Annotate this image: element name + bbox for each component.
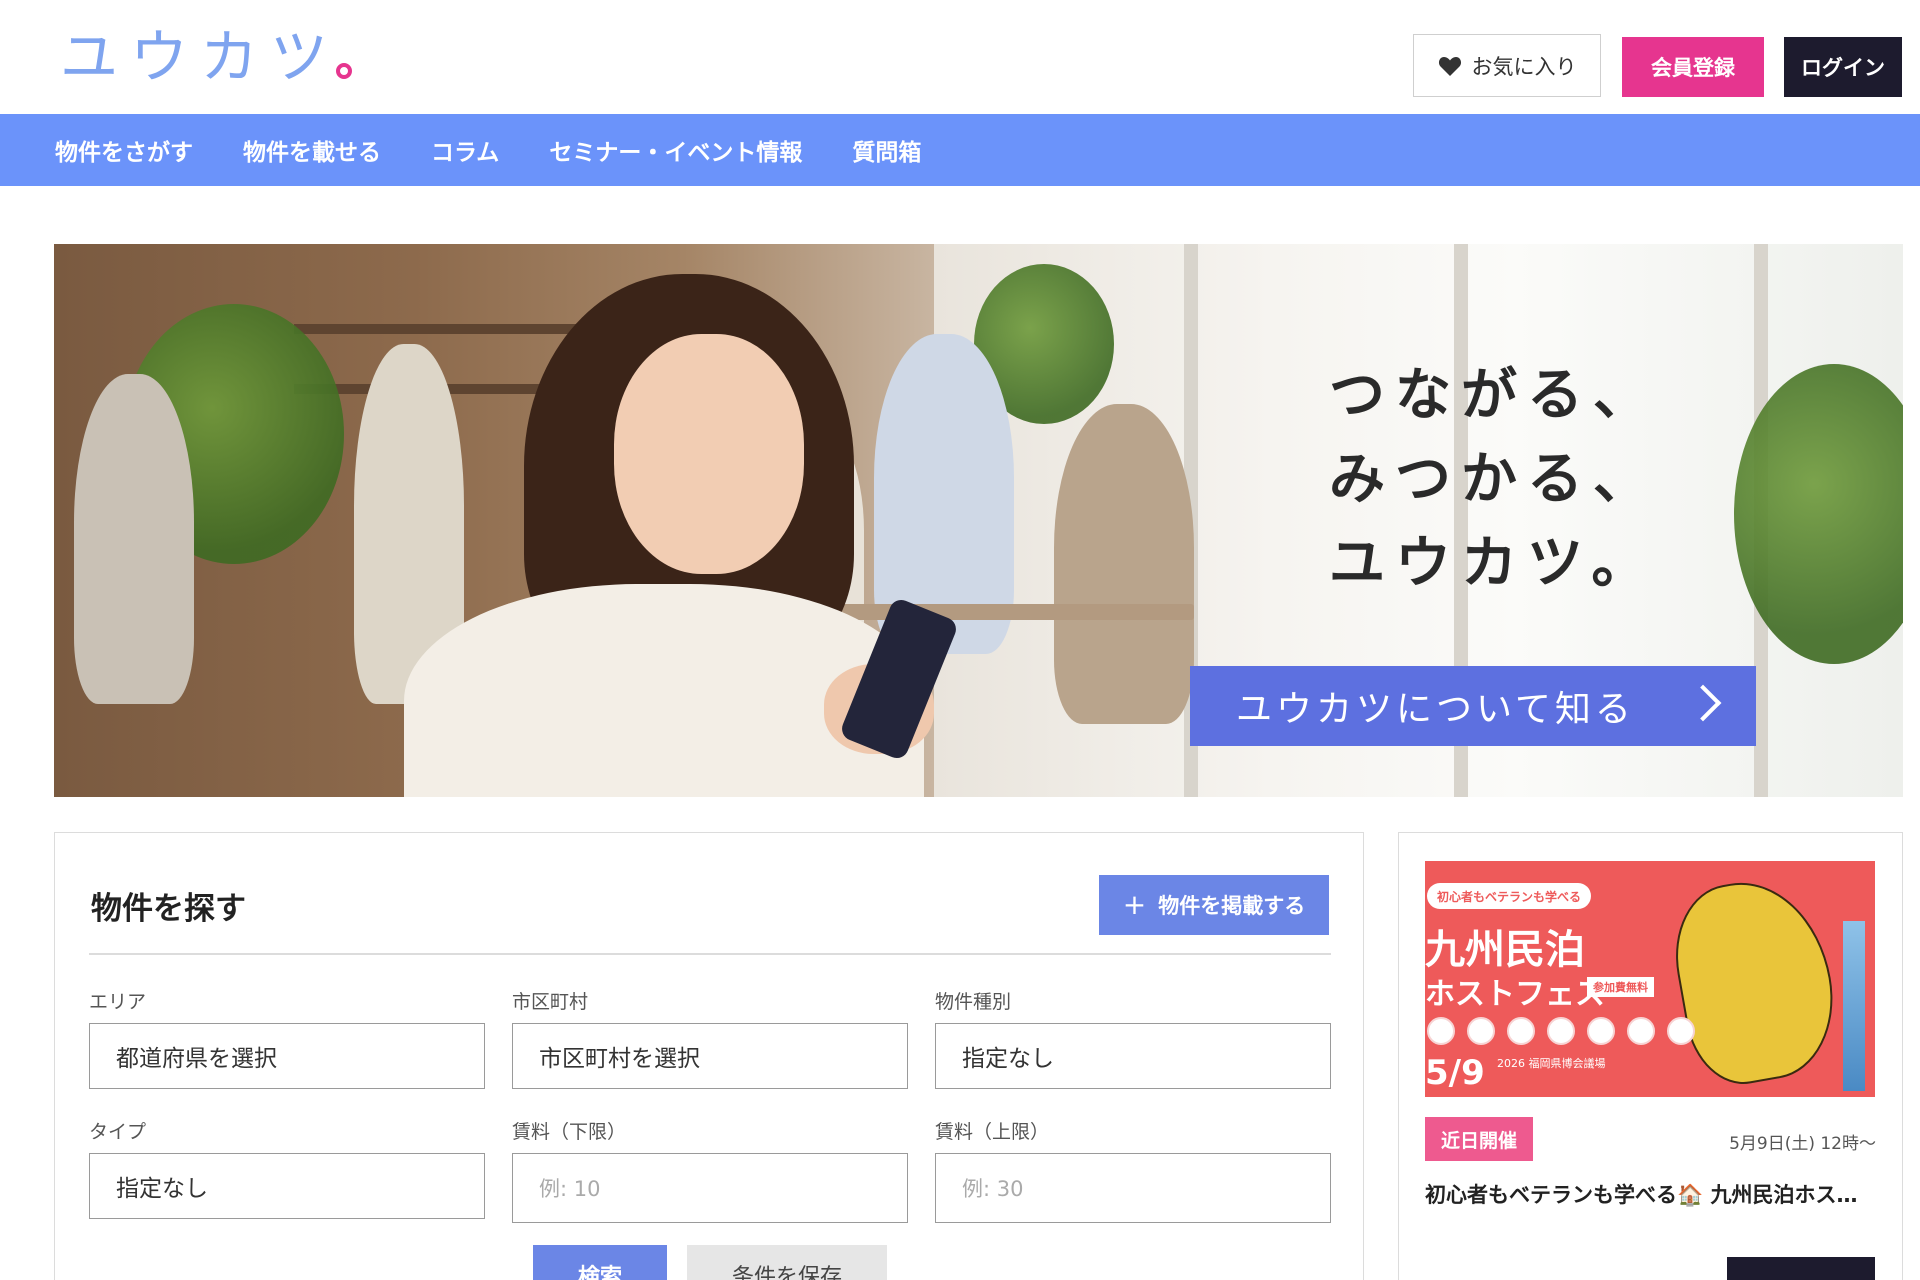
avatar <box>1507 1017 1535 1045</box>
favorites-label: お気に入り <box>1471 54 1577 79</box>
background-person <box>1054 404 1194 724</box>
tower-icon <box>1843 921 1865 1091</box>
search-button[interactable]: 検索 <box>533 1245 667 1280</box>
site-logo[interactable]: ユウカツ <box>60 22 353 92</box>
hero-copy-line: つながる、 <box>1329 363 1659 428</box>
type-select[interactable]: 指定なし <box>89 1153 485 1219</box>
event-banner-image[interactable]: 初心者もベテランも学べる 九州民泊 ホストフェス 参加費無料 5/9 2026 … <box>1425 861 1875 1097</box>
area-select[interactable]: 都道府県を選択 <box>89 1023 485 1089</box>
shelf <box>294 324 594 334</box>
banner-title: 九州民泊 <box>1425 927 1585 973</box>
banner-subtitle: ホストフェス <box>1425 977 1605 1012</box>
hero-copy: つながる、 みつかる、 ユウカツ。 <box>1329 354 1659 606</box>
rent-max-label: 賃料（上限） <box>935 1121 1050 1143</box>
rent-min-input[interactable]: 例: 10 <box>512 1153 908 1223</box>
speaker-avatars <box>1427 1017 1695 1045</box>
property-search-panel: 物件を探す + 物件を掲載する エリア 都道府県を選択 市区町村 市区町村を選択… <box>54 832 1364 1280</box>
site-header: ユウカツ お気に入り 会員登録 ログイン <box>0 0 1920 114</box>
banner-badge: 参加費無料 <box>1587 977 1654 997</box>
nav-item-search-property[interactable]: 物件をさがす <box>55 133 193 167</box>
event-title[interactable]: 初心者もベテランも学べる🏠 九州民泊ホストフェス <box>1425 1179 1877 1209</box>
city-select[interactable]: 市区町村を選択 <box>512 1023 908 1089</box>
banner-tag: 初心者もベテランも学べる <box>1427 883 1592 909</box>
about-button-label: ユウカツについて知る <box>1236 689 1635 730</box>
logo-dot-icon <box>336 63 353 79</box>
rent-max-input[interactable]: 例: 30 <box>935 1153 1331 1223</box>
heart-icon <box>1438 56 1461 76</box>
city-label: 市区町村 <box>512 991 589 1013</box>
about-yuukatsu-button[interactable]: ユウカツについて知る <box>1190 666 1756 746</box>
avatar <box>1667 1017 1695 1045</box>
avatar <box>1627 1017 1655 1045</box>
post-property-button[interactable]: + 物件を掲載する <box>1099 875 1329 935</box>
property-type-select[interactable]: 指定なし <box>935 1023 1331 1089</box>
rent-min-label: 賃料（下限） <box>512 1121 627 1143</box>
avatar <box>1547 1017 1575 1045</box>
divider <box>89 953 1331 955</box>
event-date: 5月9日(土) 12時〜 <box>1729 1134 1876 1154</box>
background-person <box>74 374 194 704</box>
favorites-button[interactable]: お気に入り <box>1413 34 1601 97</box>
nav-item-column[interactable]: コラム <box>431 133 499 167</box>
save-conditions-button[interactable]: 条件を保存 <box>687 1245 887 1280</box>
logo-text: ユウカツ <box>60 23 341 91</box>
nav-item-question-box[interactable]: 質問箱 <box>852 133 921 167</box>
event-card[interactable]: 初心者もベテランも学べる 九州民泊 ホストフェス 参加費無料 5/9 2026 … <box>1398 832 1903 1280</box>
nav-item-post-property[interactable]: 物件を載せる <box>243 133 381 167</box>
login-button[interactable]: ログイン <box>1784 37 1902 97</box>
search-title: 物件を探す <box>91 891 246 927</box>
kyushu-map-icon <box>1663 869 1847 1093</box>
avatar <box>1587 1017 1615 1045</box>
hero-copy-line: ユウカツ。 <box>1329 531 1658 596</box>
type-label: タイプ <box>89 1121 147 1143</box>
hero-copy-line: みつかる、 <box>1329 447 1659 512</box>
event-details-button[interactable] <box>1727 1257 1875 1280</box>
banner-date: 5/9 <box>1425 1053 1485 1093</box>
nav-item-seminar-events[interactable]: セミナー・イベント情報 <box>549 133 802 167</box>
post-property-label: 物件を掲載する <box>1158 894 1306 918</box>
woman-face <box>614 334 804 574</box>
banner-date-sub: 2026 福岡県博会議場 <box>1497 1057 1606 1070</box>
main-nav: 物件をさがす 物件を載せる コラム セミナー・イベント情報 質問箱 <box>0 114 1920 186</box>
hero-banner: つながる、 みつかる、 ユウカツ。 ユウカツについて知る <box>54 244 1903 797</box>
property-type-label: 物件種別 <box>935 991 1012 1013</box>
register-button[interactable]: 会員登録 <box>1622 37 1764 97</box>
status-badge: 近日開催 <box>1425 1117 1533 1161</box>
plus-icon: + <box>1122 888 1147 921</box>
area-label: エリア <box>89 991 147 1013</box>
avatar <box>1467 1017 1495 1045</box>
chevron-right-icon <box>1684 684 1722 722</box>
avatar <box>1427 1017 1455 1045</box>
